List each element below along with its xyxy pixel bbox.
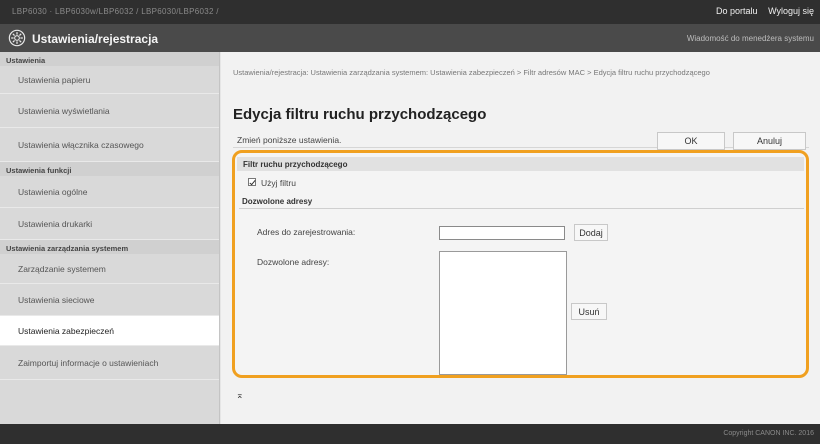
use-filter-label: Użyj filtru xyxy=(261,178,296,188)
sidebar-item-label: Ustawienia wyświetlania xyxy=(18,105,110,116)
sidebar-item-label: Ustawienia ogólne xyxy=(18,186,88,197)
sidebar-item-label: Ustawienia zabezpieczeń xyxy=(18,325,114,336)
page-title: Edycja filtru ruchu przychodzącego xyxy=(233,106,487,123)
top-bar: LBP6030 · LBP6030w/LBP6032 / LBP6030/LBP… xyxy=(0,0,820,24)
gear-icon xyxy=(8,29,26,47)
app-title: Ustawienia/rejestracja xyxy=(32,32,159,46)
sidebar-item-network-settings[interactable]: Ustawienia sieciowe xyxy=(0,284,219,316)
sidebar-section-settings: Ustawienia xyxy=(0,52,219,66)
address-to-register-input[interactable] xyxy=(439,226,565,240)
delete-button[interactable]: Usuń xyxy=(571,303,607,320)
sidebar-item-label: Ustawienia sieciowe xyxy=(18,294,95,305)
add-button[interactable]: Dodaj xyxy=(574,224,608,241)
allowed-addresses-heading: Dozwolone adresy xyxy=(239,197,804,209)
sidebar-item-label: Ustawienia papieru xyxy=(18,74,91,85)
footer: Copyright CANON INC. 2016 xyxy=(0,424,820,444)
use-filter-checkbox[interactable] xyxy=(248,178,256,186)
allowed-addresses-label: Dozwolone adresy: xyxy=(257,257,330,267)
incoming-filter-heading: Filtr ruchu przychodzącego xyxy=(237,157,804,171)
logout-link[interactable]: Wyloguj się xyxy=(768,6,814,16)
device-path: LBP6030 · LBP6030w/LBP6032 / LBP6030/LBP… xyxy=(12,7,219,16)
back-to-top-icon[interactable]: ⌅ xyxy=(236,390,244,401)
sidebar-section-function-settings: Ustawienia funkcji xyxy=(0,162,219,176)
address-to-register-label: Adres do zarejestrowania: xyxy=(257,227,356,237)
sidebar-item-printer-settings[interactable]: Ustawienia drukarki xyxy=(0,208,219,240)
sidebar-item-general-settings[interactable]: Ustawienia ogólne xyxy=(0,176,219,208)
sidebar-item-label: Zaimportuj informacje o ustawieniach xyxy=(18,357,159,368)
sidebar-item-label: Ustawienia włącznika czasowego xyxy=(18,139,144,150)
sidebar-item-paper-settings[interactable]: Ustawienia papieru xyxy=(0,66,219,94)
breadcrumb: Ustawienia/rejestracja: Ustawienia zarzą… xyxy=(233,68,710,77)
top-links: Do portalu Wyloguj się xyxy=(708,6,814,16)
sidebar-item-import-settings[interactable]: Zaimportuj informacje o ustawieniach xyxy=(0,346,219,380)
sidebar-item-timer-settings[interactable]: Ustawienia włącznika czasowego xyxy=(0,128,219,162)
sidebar-item-security-settings[interactable]: Ustawienia zabezpieczeń xyxy=(0,316,219,346)
portal-link[interactable]: Do portalu xyxy=(716,6,758,16)
allowed-addresses-list[interactable] xyxy=(439,251,567,375)
instruction-text: Zmień poniższe ustawienia. xyxy=(237,135,342,145)
copyright-text: Copyright CANON INC. 2016 xyxy=(723,430,814,437)
ok-button[interactable]: OK xyxy=(657,132,725,150)
sidebar-item-label: Ustawienia drukarki xyxy=(18,218,93,229)
sidebar-section-system-management: Ustawienia zarządzania systemem xyxy=(0,240,219,254)
sidebar: Ustawienia Ustawienia papieru Ustawienia… xyxy=(0,52,220,424)
sidebar-item-system-management[interactable]: Zarządzanie systemem xyxy=(0,254,219,284)
title-bar: Ustawienia/rejestracja Wiadomość do mene… xyxy=(0,24,820,52)
sidebar-item-label: Zarządzanie systemem xyxy=(18,263,106,274)
sidebar-item-display-settings[interactable]: Ustawienia wyświetlania xyxy=(0,94,219,128)
cancel-button[interactable]: Anuluj xyxy=(733,132,806,150)
incoming-filter-panel: Filtr ruchu przychodzącego Użyj filtru D… xyxy=(232,150,809,378)
admin-message-link[interactable]: Wiadomość do menedżera systemu xyxy=(687,34,814,43)
